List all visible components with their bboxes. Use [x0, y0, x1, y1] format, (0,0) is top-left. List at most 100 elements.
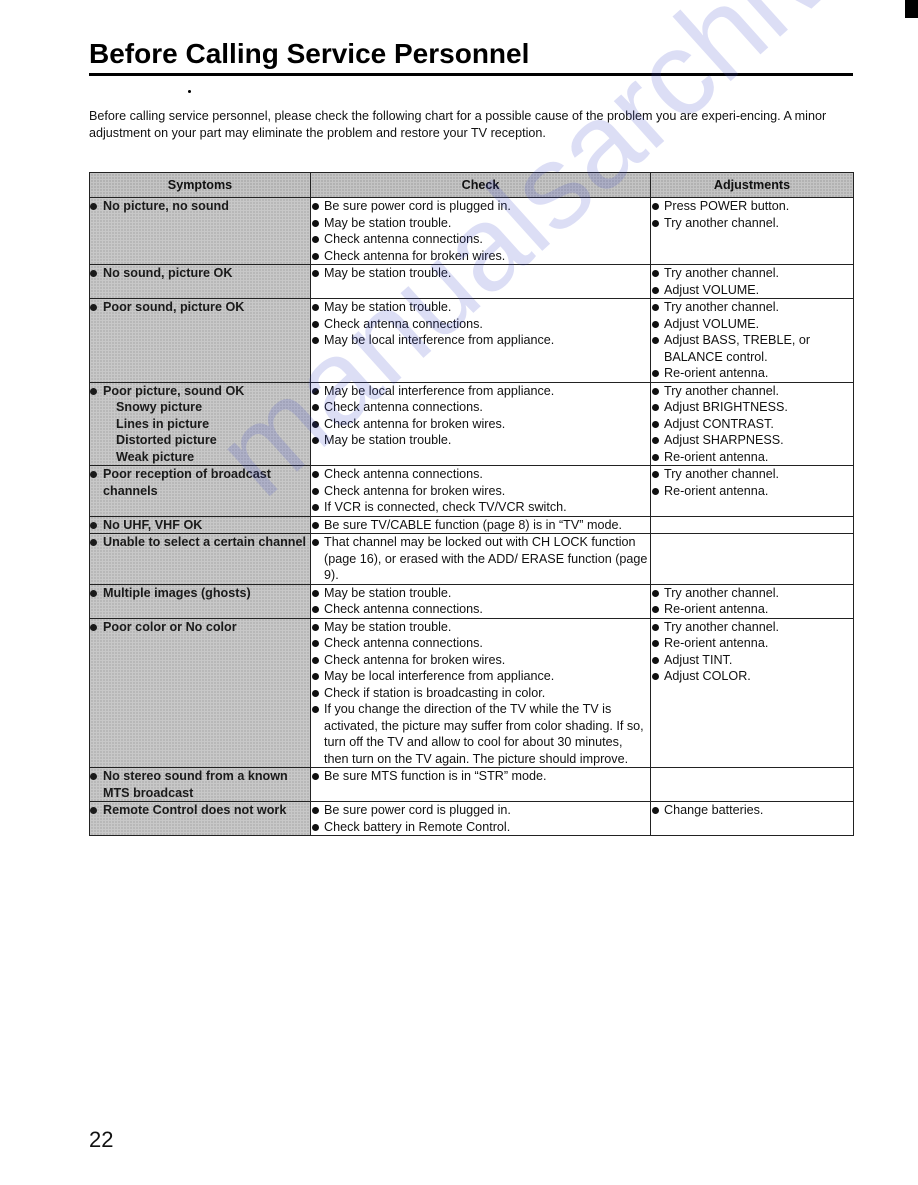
adjustment-item: Adjust SHARPNESS. [651, 432, 853, 449]
adjustment-item: Adjust VOLUME. [651, 316, 853, 333]
check-list: May be station trouble. Check antenna con… [311, 585, 650, 618]
check-list: Be sure MTS function is in “STR” mode. [311, 768, 650, 785]
symptom-cell: Remote Control does not work [89, 801, 311, 836]
adjustment-cell: Change batteries. [650, 801, 854, 836]
table-row: No UHF, VHF OK Be sure TV/CABLE function … [89, 515, 854, 534]
symptom-cell: No sound, picture OK [89, 264, 311, 299]
check-item: Check battery in Remote Control. [311, 819, 650, 836]
symptom-cell: No UHF, VHF OK [89, 515, 311, 534]
adjustment-list: Try another channel. Adjust VOLUME. Adjust… [651, 299, 853, 382]
symptom-cell: Poor reception of broadcast channels [89, 465, 311, 517]
intro-paragraph: Before calling service personnel, please… [89, 109, 827, 140]
check-item: Check antenna connections. [311, 316, 650, 333]
adjustment-item: Adjust CONTRAST. [651, 416, 853, 433]
check-list: May be station trouble. Check antenna con… [311, 299, 650, 349]
adjustment-cell: Try another channel. Re-orient antenna. Ad… [650, 617, 854, 768]
adjustment-item: Adjust VOLUME. [651, 282, 853, 299]
adjustment-cell [650, 533, 854, 585]
check-cell: May be station trouble. Check antenna con… [310, 583, 651, 619]
page-title: Before Calling Service Personnel [89, 38, 530, 69]
adjustment-item: Press POWER button. [651, 198, 853, 215]
symptom-label: No UHF, VHF OK [90, 517, 310, 534]
corner-registration-mark [905, 0, 918, 18]
symptom-label: Multiple images (ghosts) [90, 585, 310, 602]
symptom-label: Poor sound, picture OK [90, 299, 310, 316]
adjustment-cell: Press POWER button. Try another channel. [650, 197, 854, 265]
check-cell: Be sure MTS function is in “STR” mode. [310, 767, 651, 802]
adjustment-item: Try another channel. [651, 383, 853, 400]
check-item: If VCR is connected, check TV/VCR switch… [311, 499, 650, 516]
adjustment-cell: Try another channel. Re-orient antenna. [650, 583, 854, 619]
symptom-cell: Poor sound, picture OK [89, 298, 311, 383]
adjustment-list: Try another channel. Re-orient antenna. [651, 585, 853, 618]
check-item: May be station trouble. [311, 619, 650, 636]
adjustment-item: Try another channel. [651, 299, 853, 316]
header-adjustments: Adjustments [650, 172, 854, 198]
check-item: Check antenna connections. [311, 399, 650, 416]
adjustment-item: Try another channel. [651, 466, 853, 483]
adjustment-cell [650, 515, 854, 534]
check-item: Be sure MTS function is in “STR” mode. [311, 768, 650, 785]
symptom-label: No stereo sound from a known MTS broadca… [90, 768, 310, 801]
check-item: Check antenna for broken wires. [311, 416, 650, 433]
check-item: May be station trouble. [311, 265, 650, 282]
table-header-row: Symptoms Check Adjustments [89, 172, 854, 198]
symptom-cell: No picture, no sound [89, 197, 311, 265]
header-check: Check [310, 172, 651, 198]
table-row: Remote Control does not work Be sure powe… [89, 801, 854, 836]
adjustment-list: Try another channel. Adjust VOLUME. [651, 265, 853, 298]
check-item: Check if station is broadcasting in colo… [311, 685, 650, 702]
adjustment-cell [650, 767, 854, 802]
check-item: Check antenna connections. [311, 635, 650, 652]
adjustment-list: Change batteries. [651, 802, 853, 819]
symptom-sub-label: Distorted picture [116, 433, 217, 447]
troubleshooting-table: Symptoms Check Adjustments No picture, n… [89, 172, 854, 836]
check-item: If you change the direction of the TV wh… [311, 701, 650, 767]
adjustment-item: Re-orient antenna. [651, 365, 853, 382]
adjustment-item: Adjust BRIGHTNESS. [651, 399, 853, 416]
adjustment-item: Try another channel. [651, 265, 853, 282]
check-item: Check antenna for broken wires. [311, 248, 650, 265]
adjustment-cell: Try another channel. Adjust VOLUME. Adjust… [650, 298, 854, 383]
check-item: Check antenna for broken wires. [311, 483, 650, 500]
check-list: Check antenna connections. Check antenna … [311, 466, 650, 516]
table-row: No sound, picture OK May be station troub… [89, 264, 854, 299]
table-row: Poor sound, picture OK May be station tro… [89, 298, 854, 383]
adjustment-item: Change batteries. [651, 802, 853, 819]
table-row: Poor picture, sound OK Snowy picture Lines… [89, 381, 854, 466]
symptom-label: No picture, no sound [90, 198, 310, 215]
check-item: May be local interference from appliance… [311, 668, 650, 685]
adjustment-list: Try another channel. Re-orient antenna. [651, 466, 853, 499]
stray-dot [188, 90, 191, 93]
symptom-cell: Unable to select a certain channel [89, 533, 311, 585]
check-item: Be sure TV/CABLE function (page 8) is in… [311, 517, 650, 534]
table-row: No stereo sound from a known MTS broadca… [89, 767, 854, 802]
symptom-label: Poor picture, sound OK [90, 383, 310, 400]
table-row: Poor reception of broadcast channels Chec… [89, 465, 854, 517]
adjustment-item: Re-orient antenna. [651, 483, 853, 500]
check-item: Be sure power cord is plugged in. [311, 802, 650, 819]
check-cell: Be sure TV/CABLE function (page 8) is in… [310, 515, 651, 534]
adjustment-list: Try another channel. Adjust BRIGHTNESS. Ad… [651, 383, 853, 466]
adjustment-item: Try another channel. [651, 215, 853, 232]
adjustment-item: Re-orient antenna. [651, 449, 853, 466]
table-row: Unable to select a certain channel That c… [89, 533, 854, 585]
adjustment-item: Try another channel. [651, 619, 853, 636]
check-item: May be station trouble. [311, 215, 650, 232]
check-item: May be station trouble. [311, 299, 650, 316]
adjustment-item: Try another channel. [651, 585, 853, 602]
adjustment-item: Adjust TINT. [651, 652, 853, 669]
table-row: Poor color or No color May be station tro… [89, 617, 854, 768]
title-underline [89, 73, 853, 76]
check-cell: May be station trouble. Check antenna con… [310, 617, 651, 768]
symptom-cell: Poor color or No color [89, 617, 311, 768]
table-row: Multiple images (ghosts) May be station t… [89, 583, 854, 619]
check-item: May be station trouble. [311, 432, 650, 449]
check-item: That channel may be locked out with CH L… [311, 534, 650, 584]
check-list: Be sure power cord is plugged in. May be … [311, 198, 650, 264]
adjustment-item: Adjust COLOR. [651, 668, 853, 685]
check-list: Be sure power cord is plugged in. Check b… [311, 802, 650, 835]
adjustment-cell: Try another channel. Adjust VOLUME. [650, 264, 854, 299]
adjustment-item: Re-orient antenna. [651, 601, 853, 618]
symptom-label: Poor reception of broadcast channels [90, 466, 310, 499]
